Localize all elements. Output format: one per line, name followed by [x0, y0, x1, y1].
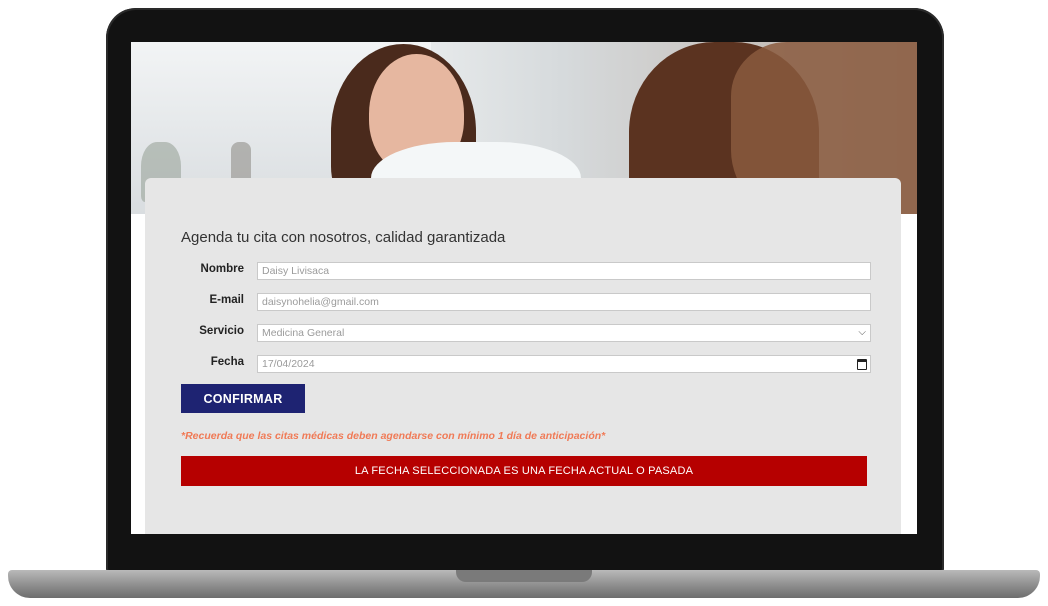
date-row: Fecha 17/04/2024	[181, 355, 871, 373]
chevron-down-icon: ⌵	[858, 327, 866, 338]
email-label: E-mail	[209, 294, 244, 306]
date-label: Fecha	[210, 356, 244, 368]
email-value: daisynohelia@gmail.com	[262, 296, 379, 308]
appointment-form: Agenda tu cita con nosotros, calidad gar…	[145, 178, 901, 534]
service-row: Servicio Medicina General ⌵	[181, 324, 871, 342]
laptop-notch	[456, 570, 592, 582]
confirm-button[interactable]: CONFIRMAR	[181, 384, 305, 413]
calendar-icon[interactable]	[857, 359, 867, 370]
service-value: Medicina General	[262, 327, 345, 339]
service-select[interactable]: Medicina General ⌵	[257, 324, 871, 342]
date-input[interactable]: 17/04/2024	[257, 355, 871, 373]
name-label: Nombre	[200, 263, 244, 275]
email-row: E-mail daisynohelia@gmail.com	[181, 293, 871, 311]
service-label: Servicio	[199, 325, 244, 337]
name-value: Daisy Livisaca	[262, 265, 330, 277]
advance-booking-notice: *Recuerda que las citas médicas deben ag…	[181, 430, 606, 442]
app-screen: Agenda tu cita con nosotros, calidad gar…	[131, 42, 917, 534]
name-row: Nombre Daisy Livisaca	[181, 262, 871, 280]
name-input[interactable]: Daisy Livisaca	[257, 262, 871, 280]
date-value: 17/04/2024	[262, 358, 315, 370]
email-input[interactable]: daisynohelia@gmail.com	[257, 293, 871, 311]
date-error-banner: LA FECHA SELECCIONADA ES UNA FECHA ACTUA…	[181, 456, 867, 486]
form-heading: Agenda tu cita con nosotros, calidad gar…	[181, 229, 506, 246]
